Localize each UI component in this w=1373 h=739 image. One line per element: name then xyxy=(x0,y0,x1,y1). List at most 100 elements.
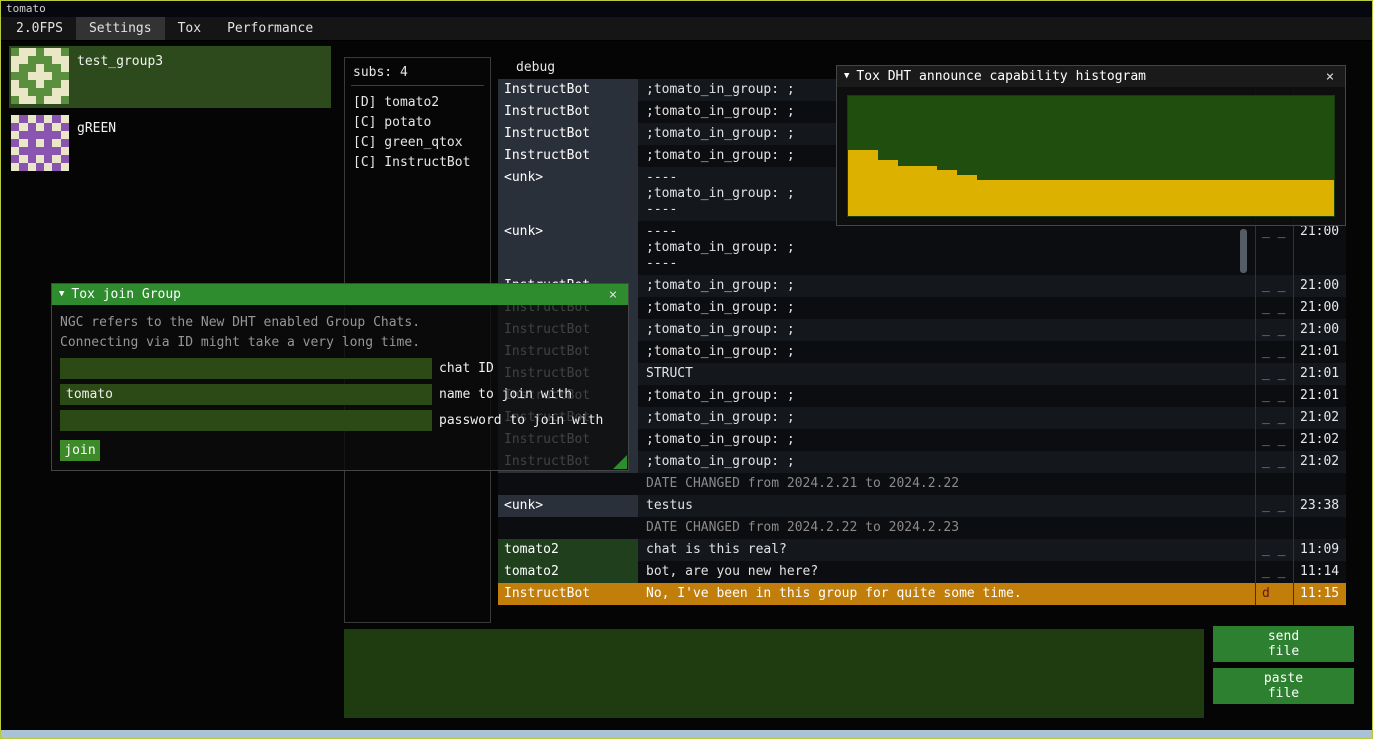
send-file-button[interactable]: send file xyxy=(1213,626,1354,662)
chat-timestamp: 21:02 xyxy=(1293,451,1346,473)
histogram-titlebar[interactable]: ▼ Tox DHT announce capability histogram … xyxy=(837,66,1345,87)
join-field-label: name to join with xyxy=(432,387,572,402)
chat-message-text: ;tomato_in_group: ; xyxy=(638,407,1255,429)
chat-message-row[interactable]: <unk>---- ;tomato_in_group: ; ----_ _21:… xyxy=(498,221,1346,275)
group-item-test-group3[interactable]: test_group3 xyxy=(9,46,331,108)
close-icon[interactable]: × xyxy=(605,287,621,303)
histogram-bar xyxy=(1146,180,1156,216)
chat-timestamp: 21:00 xyxy=(1293,275,1346,297)
chat-sender: InstructBot xyxy=(498,79,638,101)
histogram-bar xyxy=(1106,180,1116,216)
histogram-bar xyxy=(987,180,997,216)
group-name: gREEN xyxy=(77,115,116,173)
subs-count: subs: 4 xyxy=(353,65,482,80)
chat-sender: tomato2 xyxy=(498,539,638,561)
chat-flags: _ _ xyxy=(1255,221,1293,275)
histogram-bar xyxy=(1017,180,1027,216)
join-button[interactable]: join xyxy=(60,440,100,461)
join-input-chat-id[interactable] xyxy=(60,358,432,379)
chat-sender: InstructBot xyxy=(498,101,638,123)
join-info-line-1: NGC refers to the New DHT enabled Group … xyxy=(60,313,620,333)
histogram-bar xyxy=(1235,180,1245,216)
histogram-window: ▼ Tox DHT announce capability histogram … xyxy=(836,65,1346,226)
histogram-bar xyxy=(1116,180,1126,216)
chat-timestamp xyxy=(1293,473,1346,495)
group-item-green[interactable]: gREEN xyxy=(9,113,331,175)
chat-sender: <unk> xyxy=(498,167,638,221)
histogram-bar xyxy=(1304,180,1314,216)
chat-message-text: chat is this real? xyxy=(638,539,1255,561)
histogram-bar xyxy=(858,150,868,216)
histogram-bar xyxy=(1215,180,1225,216)
collapse-icon[interactable]: ▼ xyxy=(844,66,849,87)
histogram-bar xyxy=(927,166,937,216)
member-item-c-potato[interactable]: [C] potato xyxy=(353,113,482,133)
chat-message-text: ;tomato_in_group: ; xyxy=(638,275,1255,297)
resize-grip-icon[interactable] xyxy=(613,455,627,469)
member-item-c-green-qtox[interactable]: [C] green_qtox xyxy=(353,133,482,153)
chat-message-text: bot, are you new here? xyxy=(638,561,1255,583)
paste-file-button[interactable]: paste file xyxy=(1213,668,1354,704)
chat-flags: _ _ xyxy=(1255,451,1293,473)
histogram-bar xyxy=(1205,180,1215,216)
histogram-bar xyxy=(957,175,967,216)
chat-flags: d xyxy=(1255,583,1293,605)
histogram-bar xyxy=(1185,180,1195,216)
histogram-bar xyxy=(1255,180,1265,216)
menu-item-performance[interactable]: Performance xyxy=(214,17,326,40)
window-titlebar[interactable]: tomato xyxy=(1,1,1372,17)
bottom-edge-strip xyxy=(1,730,1372,738)
join-input-name-to-join-with[interactable] xyxy=(60,384,432,405)
chat-date-row: DATE CHANGED from 2024.2.22 to 2024.2.23 xyxy=(498,517,1346,539)
join-info-line-2: Connecting via ID might take a very long… xyxy=(60,333,620,353)
chat-timestamp: 21:00 xyxy=(1293,221,1346,275)
collapse-icon[interactable]: ▼ xyxy=(59,284,64,305)
chat-timestamp: 11:15 xyxy=(1293,583,1346,605)
histogram-bar xyxy=(1037,180,1047,216)
join-group-window: ▼ Tox join Group × NGC refers to the New… xyxy=(51,283,629,471)
histogram-bar xyxy=(1096,180,1106,216)
histogram-bar xyxy=(1225,180,1235,216)
menu-item-2-0fps: 2.0FPS xyxy=(3,17,76,40)
chat-message-text: DATE CHANGED from 2024.2.22 to 2024.2.23 xyxy=(638,517,1255,539)
chat-message-row[interactable]: <unk>testus_ _23:38 xyxy=(498,495,1346,517)
join-input-password-to-join-with[interactable] xyxy=(60,410,432,431)
chat-message-row[interactable]: tomato2chat is this real?_ _11:09 xyxy=(498,539,1346,561)
join-field-label: chat ID xyxy=(432,361,494,376)
menu-item-settings[interactable]: Settings xyxy=(76,17,165,40)
histogram-bar xyxy=(917,166,927,216)
chat-timestamp: 21:01 xyxy=(1293,385,1346,407)
histogram-bar xyxy=(1056,180,1066,216)
chat-message-row[interactable]: InstructBotNo, I've been in this group f… xyxy=(498,583,1346,605)
histogram-bar xyxy=(1027,180,1037,216)
member-item-d-tomato2[interactable]: [D] tomato2 xyxy=(353,93,482,113)
chat-header[interactable]: debug xyxy=(516,60,555,75)
menu-bar: 2.0FPSSettingsToxPerformance xyxy=(1,17,1372,41)
group-name: test_group3 xyxy=(77,48,163,106)
chat-message-text: STRUCT xyxy=(638,363,1255,385)
group-avatar-green xyxy=(11,115,69,171)
histogram-bar xyxy=(1265,180,1275,216)
chat-timestamp xyxy=(1293,517,1346,539)
chat-message-text: ;tomato_in_group: ; xyxy=(638,429,1255,451)
chat-sender: InstructBot xyxy=(498,583,638,605)
histogram-bar xyxy=(967,175,977,216)
menu-item-tox[interactable]: Tox xyxy=(165,17,214,40)
message-input[interactable] xyxy=(344,629,1204,718)
chat-flags: _ _ xyxy=(1255,341,1293,363)
divider xyxy=(351,85,484,86)
chat-message-text: ;tomato_in_group: ; xyxy=(638,385,1255,407)
histogram-bar xyxy=(878,160,888,216)
histogram-plot xyxy=(847,95,1335,217)
chat-message-row[interactable]: tomato2bot, are you new here?_ _11:14 xyxy=(498,561,1346,583)
chat-sender: <unk> xyxy=(498,221,638,275)
histogram-bar xyxy=(908,166,918,216)
histogram-bar xyxy=(947,170,957,216)
member-item-c-instructbot[interactable]: [C] InstructBot xyxy=(353,153,482,173)
join-group-titlebar[interactable]: ▼ Tox join Group × xyxy=(52,284,628,305)
chat-message-text: ;tomato_in_group: ; xyxy=(638,319,1255,341)
close-icon[interactable]: × xyxy=(1322,69,1338,85)
histogram-bar xyxy=(937,170,947,216)
chat-flags: _ _ xyxy=(1255,385,1293,407)
chat-scrollbar[interactable] xyxy=(1240,229,1247,273)
